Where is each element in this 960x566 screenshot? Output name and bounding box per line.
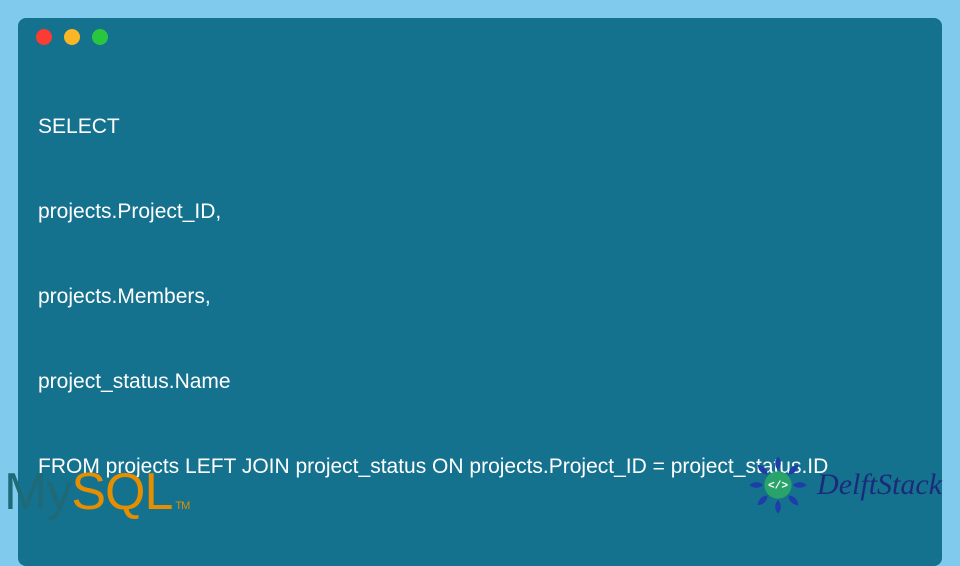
close-icon[interactable]: [36, 29, 52, 45]
window-titlebar: [18, 18, 942, 56]
mysql-logo-my: My: [4, 462, 71, 522]
code-line: SELECT: [38, 113, 922, 141]
delftstack-logo: </> DelftStack: [747, 454, 942, 516]
maximize-icon[interactable]: [92, 29, 108, 45]
delftstack-text: DelftStack: [817, 468, 942, 502]
code-line: projects.Members,: [38, 283, 922, 311]
svg-text:</>: </>: [768, 481, 788, 493]
mysql-logo-tm: TM: [175, 500, 189, 512]
code-line: projects.Project_ID,: [38, 198, 922, 226]
mysql-logo: MySQLTM: [4, 462, 189, 522]
minimize-icon[interactable]: [64, 29, 80, 45]
delftstack-badge-icon: </>: [747, 454, 809, 516]
mysql-logo-sql: SQL: [71, 462, 172, 522]
code-line: project_status.Name: [38, 368, 922, 396]
